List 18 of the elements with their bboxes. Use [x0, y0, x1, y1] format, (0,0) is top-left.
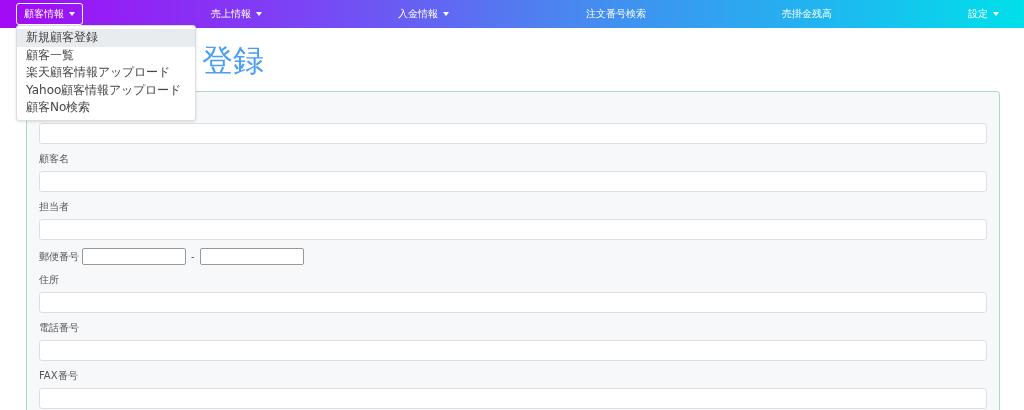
nav-menu-item[interactable]: 入金情報 — [390, 3, 458, 25]
field-label: 郵便番号 — [39, 249, 79, 264]
dropdown-item[interactable]: 楽天顧客情報アップロード — [17, 64, 195, 82]
input-field[interactable] — [199, 248, 304, 265]
nav-menu-item[interactable]: 売上情報 — [203, 3, 271, 25]
dropdown-item[interactable]: 新規顧客登録 — [17, 29, 195, 47]
nav-menu-item[interactable]: 注文番号検索 — [577, 3, 654, 25]
page-heading: 登録 — [202, 41, 265, 80]
input-field[interactable] — [82, 248, 186, 265]
field-label: FAX番号 — [39, 369, 78, 383]
field-label: 担当者 — [39, 200, 69, 214]
field-label: 電話番号 — [39, 321, 79, 335]
dropdown-item[interactable]: 顧客一覧 — [17, 46, 195, 64]
dropdown-item[interactable]: Yahoo顧客情報アップロード — [17, 81, 195, 99]
dropdown-item[interactable]: 顧客No検索 — [17, 99, 195, 117]
separator-text: - — [190, 251, 196, 262]
field-label: 住所 — [39, 273, 59, 287]
field-label: 顧客名 — [39, 152, 69, 166]
